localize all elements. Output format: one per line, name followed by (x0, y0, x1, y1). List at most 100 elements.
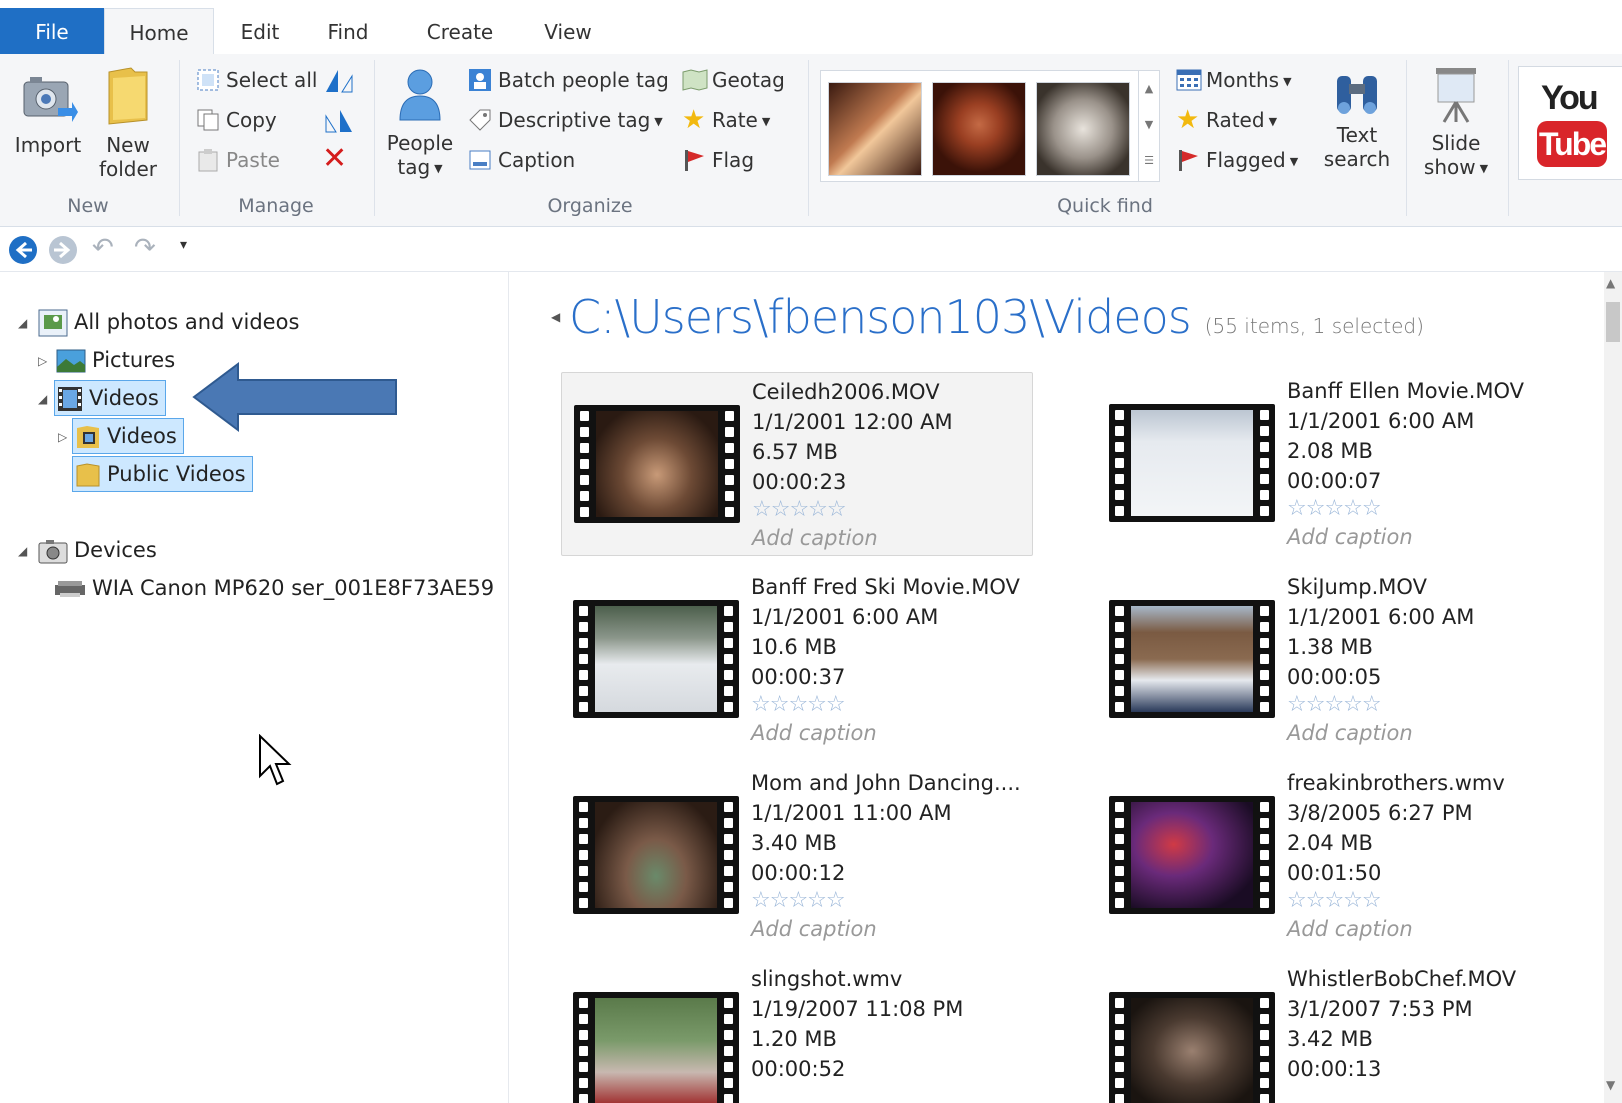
customize-toolbar-icon[interactable]: ▾ (180, 237, 187, 253)
video-thumbnail[interactable] (573, 600, 739, 718)
rating-stars[interactable]: ☆☆☆☆☆ (1287, 692, 1474, 718)
film-sprocket (724, 606, 733, 616)
add-caption[interactable]: Add caption (1287, 522, 1524, 552)
tab-edit[interactable]: Edit (228, 8, 292, 54)
select-all-button[interactable]: Select all (196, 64, 317, 96)
new-folder-button[interactable]: New folder (92, 64, 164, 181)
video-thumbnail[interactable] (1109, 992, 1275, 1103)
public-videos-label: Public Videos (107, 462, 246, 486)
video-item[interactable]: Banff Ellen Movie.MOV 1/1/2001 6:00 AM 2… (1097, 372, 1567, 554)
expand-arrow-icon[interactable]: ◢ (18, 316, 27, 330)
people-tag-button[interactable]: People tag ▼ (382, 64, 458, 181)
descriptive-tag-button[interactable]: Descriptive tag ▼ (468, 104, 663, 136)
add-caption[interactable]: Add caption (751, 718, 1020, 748)
tab-home[interactable]: Home (104, 8, 214, 56)
film-sprocket (1260, 898, 1269, 908)
quick-find-thumbnail[interactable] (932, 82, 1026, 176)
collapse-arrow-icon[interactable]: ▷ (58, 430, 67, 444)
rating-stars[interactable]: ☆☆☆☆☆ (1287, 496, 1524, 522)
flag-button[interactable]: Flag (682, 144, 754, 176)
video-thumbnail[interactable] (573, 992, 739, 1103)
gallery-scroll[interactable]: ▲ ▼ ☰ (1138, 70, 1160, 182)
tree-item-device[interactable]: WIA Canon MP620 ser_001E8F73AE59 (54, 570, 494, 606)
youtube-button[interactable]: You Tube (1518, 66, 1622, 180)
scroll-up-icon[interactable]: ▲ (1606, 276, 1615, 290)
film-sprocket (580, 411, 589, 421)
video-item[interactable]: Mom and John Dancing.... 1/1/2001 11:00 … (561, 764, 1031, 946)
copy-button[interactable]: Copy (196, 104, 277, 136)
video-thumbnail[interactable] (574, 405, 740, 523)
video-item[interactable]: freakinbrothers.wmv 3/8/2005 6:27 PM 2.0… (1097, 764, 1567, 946)
video-item[interactable]: SkiJump.MOV 1/1/2001 6:00 AM 1.38 MB 00:… (1097, 568, 1567, 750)
menu-tabbar: File Home Edit Find Create View (0, 0, 1622, 56)
video-date: 1/19/2007 11:08 PM (751, 997, 964, 1021)
expand-arrow-icon[interactable]: ◢ (18, 544, 27, 558)
rating-stars[interactable]: ☆☆☆☆☆ (751, 692, 1020, 718)
video-duration: 00:00:13 (1287, 1057, 1382, 1081)
rating-stars[interactable]: ☆☆☆☆☆ (1287, 888, 1505, 914)
tree-item-videos-sub[interactable]: Videos (72, 418, 184, 454)
film-sprocket (724, 638, 733, 648)
tree-item-videos[interactable]: Videos (54, 380, 166, 416)
tab-create[interactable]: Create (420, 8, 500, 54)
video-thumbnail[interactable] (573, 796, 739, 914)
tab-file[interactable]: File (0, 8, 104, 54)
youtube-logo-you: You (1541, 79, 1599, 117)
video-item[interactable]: WhistlerBobChef.MOV 3/1/2007 7:53 PM 3.4… (1097, 960, 1567, 1103)
gallery-up-icon[interactable]: ▲ (1139, 71, 1159, 107)
film-sprocket (579, 686, 588, 696)
forward-icon[interactable] (48, 235, 78, 265)
scroll-down-icon[interactable]: ▼ (1606, 1078, 1615, 1092)
rating-stars[interactable]: ☆☆☆☆☆ (751, 888, 1021, 914)
quick-find-thumbnail[interactable] (828, 82, 922, 176)
film-sprocket (1260, 998, 1269, 1008)
tab-view[interactable]: View (536, 8, 600, 54)
back-icon[interactable] (8, 235, 38, 265)
video-date: 1/1/2001 11:00 AM (751, 801, 952, 825)
undo-icon[interactable]: ↶ (92, 233, 114, 263)
rating-stars[interactable]: ☆☆☆☆☆ (752, 497, 953, 523)
add-caption[interactable]: Add caption (1287, 718, 1474, 748)
video-thumbnail[interactable] (1109, 796, 1275, 914)
tree-item-devices[interactable]: Devices (38, 532, 157, 568)
gallery-more-icon[interactable]: ☰ (1139, 143, 1159, 179)
gallery-down-icon[interactable]: ▼ (1139, 107, 1159, 143)
rotate-right-icon[interactable] (322, 106, 356, 140)
geotag-button[interactable]: Geotag (682, 64, 785, 96)
video-item[interactable]: Ceiledh2006.MOV 1/1/2001 12:00 AM 6.57 M… (561, 372, 1033, 556)
video-thumbnail[interactable] (1109, 404, 1275, 522)
text-search-label-2: search (1323, 147, 1391, 171)
collapse-group-icon[interactable]: ◀ (551, 310, 560, 324)
rated-button[interactable]: ★ Rated ▼ (1176, 104, 1277, 136)
scrollbar-thumb[interactable] (1606, 302, 1620, 342)
tree-item-all-photos[interactable]: All photos and videos (38, 304, 299, 340)
redo-icon[interactable]: ↷ (134, 233, 156, 263)
collapse-arrow-icon[interactable]: ▷ (38, 354, 47, 368)
film-sprocket (1115, 1014, 1124, 1024)
add-caption[interactable]: Add caption (751, 914, 1021, 944)
quick-find-thumbnail[interactable] (1036, 82, 1130, 176)
video-item[interactable]: slingshot.wmv 1/19/2007 11:08 PM 1.20 MB… (561, 960, 1031, 1103)
flagged-button[interactable]: Flagged ▼ (1176, 144, 1298, 176)
tree-item-pictures[interactable]: Pictures (56, 342, 175, 378)
tab-find[interactable]: Find (316, 8, 380, 54)
vertical-scrollbar[interactable] (1604, 272, 1622, 1103)
tree-item-public-videos[interactable]: Public Videos (72, 456, 253, 492)
video-item[interactable]: Banff Fred Ski Movie.MOV 1/1/2001 6:00 A… (561, 568, 1031, 750)
add-caption[interactable]: Add caption (752, 523, 953, 553)
add-caption[interactable]: Add caption (1287, 914, 1505, 944)
rate-button[interactable]: ★ Rate ▼ (682, 104, 770, 136)
film-sprocket (725, 491, 734, 501)
item-count: (55 items, 1 selected) (1204, 314, 1424, 338)
months-button[interactable]: Months ▼ (1176, 64, 1292, 96)
slide-show-button[interactable]: Slide show ▼ (1414, 64, 1498, 181)
rotate-left-icon[interactable] (322, 66, 356, 100)
paste-button[interactable]: Paste (196, 144, 280, 176)
delete-icon[interactable]: ✕ (322, 144, 347, 174)
import-button[interactable]: Import (10, 68, 86, 157)
expand-arrow-icon[interactable]: ◢ (38, 392, 47, 406)
caption-button[interactable]: Caption (468, 144, 575, 176)
batch-people-tag-button[interactable]: Batch people tag (468, 64, 669, 96)
video-thumbnail[interactable] (1109, 600, 1275, 718)
text-search-button[interactable]: Text search (1318, 70, 1396, 171)
